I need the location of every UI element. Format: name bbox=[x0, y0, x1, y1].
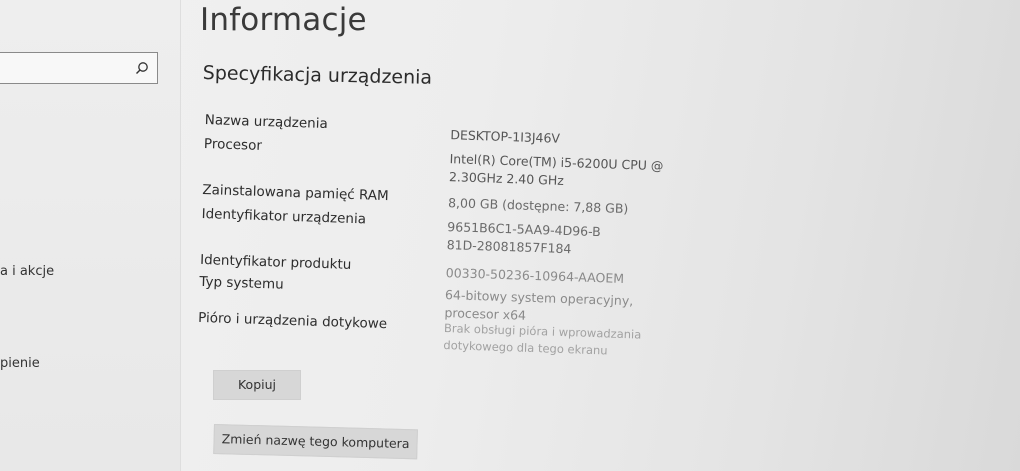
spec-label: Procesor bbox=[203, 135, 263, 154]
search-icon[interactable] bbox=[135, 61, 149, 75]
rename-pc-button[interactable]: Zmień nazwę tego komputera bbox=[213, 424, 418, 460]
spec-label: Identyfikator urządzenia bbox=[201, 205, 367, 228]
spec-value: 8,00 GB (dostępne: 7,88 GB) bbox=[447, 195, 629, 217]
copy-button[interactable]: Kopiuj bbox=[213, 370, 301, 400]
spec-label: Zainstalowana pamięć RAM bbox=[202, 181, 389, 205]
spec-row-product-id: Identyfikator produktu 00330-50236-10964… bbox=[200, 252, 680, 286]
sidebar-item-pienie[interactable]: pienie bbox=[0, 356, 40, 371]
sidebar-item-akcje[interactable]: a i akcje bbox=[0, 264, 54, 279]
sidebar: a i akcje pienie bbox=[0, 0, 181, 471]
spec-value: 00330-50236-10964-AAOEM bbox=[445, 265, 625, 286]
sidebar-item-label: a i akcje bbox=[0, 264, 55, 279]
spec-value: Brak obsługi pióra i wprowadzania dotyko… bbox=[443, 321, 642, 358]
spec-row-device-name: Nazwa urządzenia DESKTOP-1I3J46V bbox=[204, 112, 685, 146]
spec-value: Intel(R) Core(TM) i5-6200U CPU @ 2.30GHz… bbox=[448, 151, 664, 188]
spec-value: DESKTOP-1I3J46V bbox=[450, 127, 561, 146]
spec-label: Nazwa urządzenia bbox=[204, 112, 329, 133]
section-title: Specyfikacja urządzenia bbox=[202, 62, 433, 89]
spec-value: 9651B6C1-5AA9-4D96-B81D-28081857F184 bbox=[446, 219, 602, 257]
page-title: Informacje bbox=[200, 2, 367, 38]
search-input[interactable] bbox=[1, 57, 135, 81]
sidebar-item-label: pienie bbox=[0, 356, 40, 371]
spec-label: Pióro i urządzenia dotykowe bbox=[197, 309, 388, 333]
spec-label: Typ systemu bbox=[199, 273, 284, 293]
spec-label: Identyfikator produktu bbox=[199, 251, 352, 273]
search-box[interactable] bbox=[0, 52, 158, 84]
